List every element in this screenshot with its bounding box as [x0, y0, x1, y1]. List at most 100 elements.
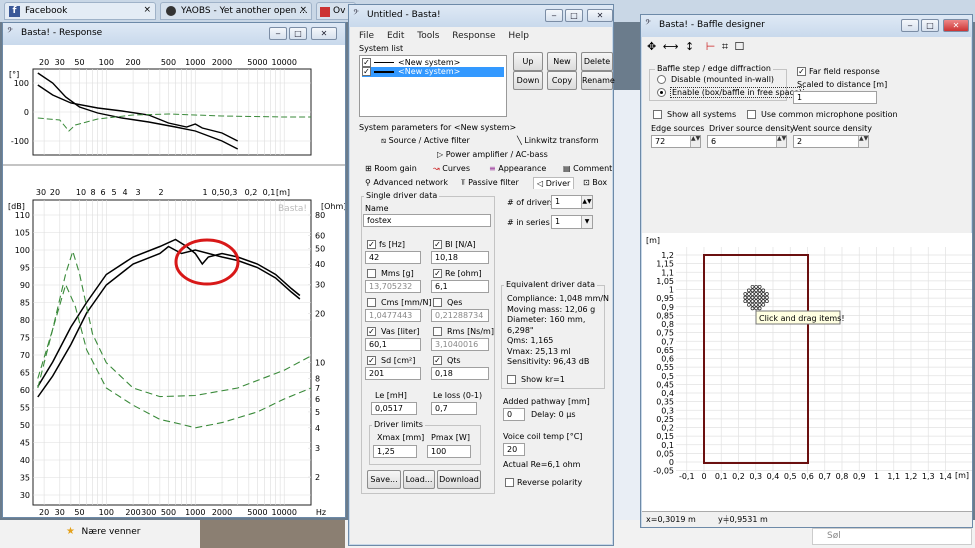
- sd-field[interactable]: 201: [365, 367, 421, 380]
- horizontal-resize-icon[interactable]: ⟷: [663, 40, 679, 53]
- driver-tool-icon[interactable]: ⊢: [706, 40, 716, 53]
- system-checkbox[interactable]: ✓: [362, 58, 371, 67]
- scaled-distance-field[interactable]: 1: [793, 91, 877, 104]
- db-tick: 90: [20, 281, 30, 290]
- spinner-icon[interactable]: ▲▼: [690, 136, 700, 147]
- rms-field[interactable]: 3,1040016: [431, 338, 489, 351]
- tab-linkwitz[interactable]: ╲ Linkwitz transform: [517, 136, 599, 145]
- le-loss-field[interactable]: 0,7: [431, 402, 477, 415]
- pathway-field[interactable]: 0: [503, 408, 525, 421]
- driver-name-field[interactable]: fostex: [363, 214, 491, 227]
- grid-icon[interactable]: ⌗: [722, 40, 728, 53]
- disable-radio[interactable]: [657, 75, 666, 84]
- tab-appearance[interactable]: ≡ Appearance: [489, 164, 546, 173]
- new-button[interactable]: New: [547, 52, 577, 71]
- pmax-field[interactable]: 100: [427, 445, 471, 458]
- browser-tab-yaobs[interactable]: YAOBS - Yet another open ... ×: [160, 2, 312, 20]
- vent-density-field[interactable]: 2 ▲▼: [793, 135, 869, 148]
- edge-sources-field[interactable]: 72 ▲▼: [651, 135, 701, 148]
- browser-tab-facebook[interactable]: f Facebook ×: [4, 2, 156, 20]
- tab-source[interactable]: ⧅ Source / Active filter: [381, 136, 470, 146]
- baffle-canvas[interactable]: [m] 1,21,151,11,0510,950,90,850,80,750,7…: [642, 233, 972, 511]
- tab-power[interactable]: ▷ Power amplifier / AC-bass: [437, 150, 548, 159]
- chat-search[interactable]: Søl: [812, 528, 972, 545]
- mms-field[interactable]: 13,705232: [365, 280, 421, 293]
- move-icon[interactable]: ✥: [647, 40, 656, 53]
- bl-field[interactable]: 10,18: [431, 251, 489, 264]
- mms-checkbox[interactable]: [367, 269, 376, 278]
- rms-checkbox[interactable]: [433, 327, 442, 336]
- reverse-polarity-checkbox[interactable]: [505, 478, 514, 487]
- delete-button[interactable]: Delete: [581, 52, 613, 71]
- menu-tools[interactable]: Tools: [417, 31, 439, 41]
- down-button[interactable]: Down: [513, 71, 543, 90]
- minimize-button[interactable]: ‒: [269, 27, 287, 40]
- maximize-button[interactable]: □: [565, 9, 583, 22]
- qes-field[interactable]: 0,21288734: [431, 309, 489, 322]
- re-field[interactable]: 6,1: [431, 280, 489, 293]
- tab-driver[interactable]: ◁ Driver: [533, 177, 575, 189]
- qts-field[interactable]: 0,18: [431, 367, 489, 380]
- tab-comment[interactable]: ▤ Comment: [563, 164, 612, 173]
- rename-button[interactable]: Rename: [581, 71, 615, 90]
- driver-density-field[interactable]: 6 ▲▼: [707, 135, 787, 148]
- tab-room-gain[interactable]: ⊞ Room gain: [365, 164, 417, 173]
- menu-response[interactable]: Response: [452, 31, 495, 41]
- browser-content-strip: [612, 90, 642, 520]
- close-button[interactable]: ✕: [587, 9, 613, 22]
- close-icon[interactable]: ×: [299, 5, 307, 15]
- menu-file[interactable]: File: [359, 31, 374, 41]
- close-button[interactable]: ✕: [311, 27, 337, 40]
- le-field[interactable]: 0,0517: [371, 402, 417, 415]
- maximize-button[interactable]: □: [289, 27, 307, 40]
- qts-checkbox[interactable]: ✓: [433, 356, 442, 365]
- minimize-button[interactable]: ‒: [901, 19, 919, 32]
- copy-button[interactable]: Copy: [547, 71, 577, 90]
- common-mic-checkbox[interactable]: [747, 110, 756, 119]
- show-all-checkbox[interactable]: [653, 110, 662, 119]
- far-field-checkbox[interactable]: ✓: [797, 67, 806, 76]
- close-button[interactable]: ✕: [943, 19, 969, 32]
- vas-checkbox[interactable]: ✓: [367, 327, 376, 336]
- xmax-field[interactable]: 1,25: [373, 445, 417, 458]
- moving-mass-text: Moving mass: 12,06 g: [507, 304, 596, 314]
- list-item[interactable]: ✓ <New system>: [362, 58, 504, 67]
- num-drivers-select[interactable]: 1 ▲▼: [551, 195, 593, 209]
- coil-temp-field[interactable]: 20: [503, 443, 525, 456]
- re-checkbox[interactable]: ✓: [433, 269, 442, 278]
- cms-checkbox[interactable]: [367, 298, 376, 307]
- spinner-icon[interactable]: ▲▼: [776, 136, 786, 147]
- ohm-tick: 4: [315, 424, 320, 433]
- sd-checkbox[interactable]: ✓: [367, 356, 376, 365]
- tab-advanced[interactable]: ⚲ Advanced network: [365, 178, 448, 187]
- vas-field[interactable]: 60,1: [365, 338, 421, 351]
- vertical-resize-icon[interactable]: ↕: [685, 40, 694, 53]
- menu-edit[interactable]: Edit: [387, 31, 404, 41]
- tab-box[interactable]: ⊡ Box: [583, 178, 607, 187]
- qes-checkbox[interactable]: [433, 298, 442, 307]
- tab-curves[interactable]: ↝ Curves: [433, 164, 470, 173]
- list-item-selected[interactable]: ✓ <New system>: [362, 67, 504, 77]
- tab-passive[interactable]: ⫪ Passive filter: [461, 178, 519, 188]
- spinner-icon[interactable]: ▲▼: [858, 136, 868, 147]
- system-checkbox[interactable]: ✓: [362, 67, 371, 76]
- enable-radio[interactable]: [657, 88, 666, 97]
- fs-field[interactable]: 42: [365, 251, 421, 264]
- sidebar-item-close-friends[interactable]: ★ Nære venner: [66, 526, 141, 537]
- menu-help[interactable]: Help: [508, 31, 529, 41]
- up-button[interactable]: Up: [513, 52, 543, 71]
- close-icon[interactable]: ×: [143, 5, 151, 15]
- show-kr-checkbox[interactable]: [507, 375, 516, 384]
- bl-checkbox[interactable]: ✓: [433, 240, 442, 249]
- load-button[interactable]: Load...: [403, 470, 435, 489]
- download-button[interactable]: Download: [437, 470, 481, 489]
- minimize-button[interactable]: ‒: [545, 9, 563, 22]
- maximize-button[interactable]: □: [921, 19, 939, 32]
- cms-field[interactable]: 1,0477443: [365, 309, 421, 322]
- rectangle-icon[interactable]: ☐: [735, 40, 745, 53]
- in-series-select[interactable]: 1 ▼: [551, 215, 593, 229]
- fs-checkbox[interactable]: ✓: [367, 240, 376, 249]
- system-list[interactable]: ✓ <New system> ✓ <New system>: [359, 55, 507, 117]
- save-button[interactable]: Save...: [367, 470, 401, 489]
- group-label: Equivalent driver data: [504, 280, 598, 289]
